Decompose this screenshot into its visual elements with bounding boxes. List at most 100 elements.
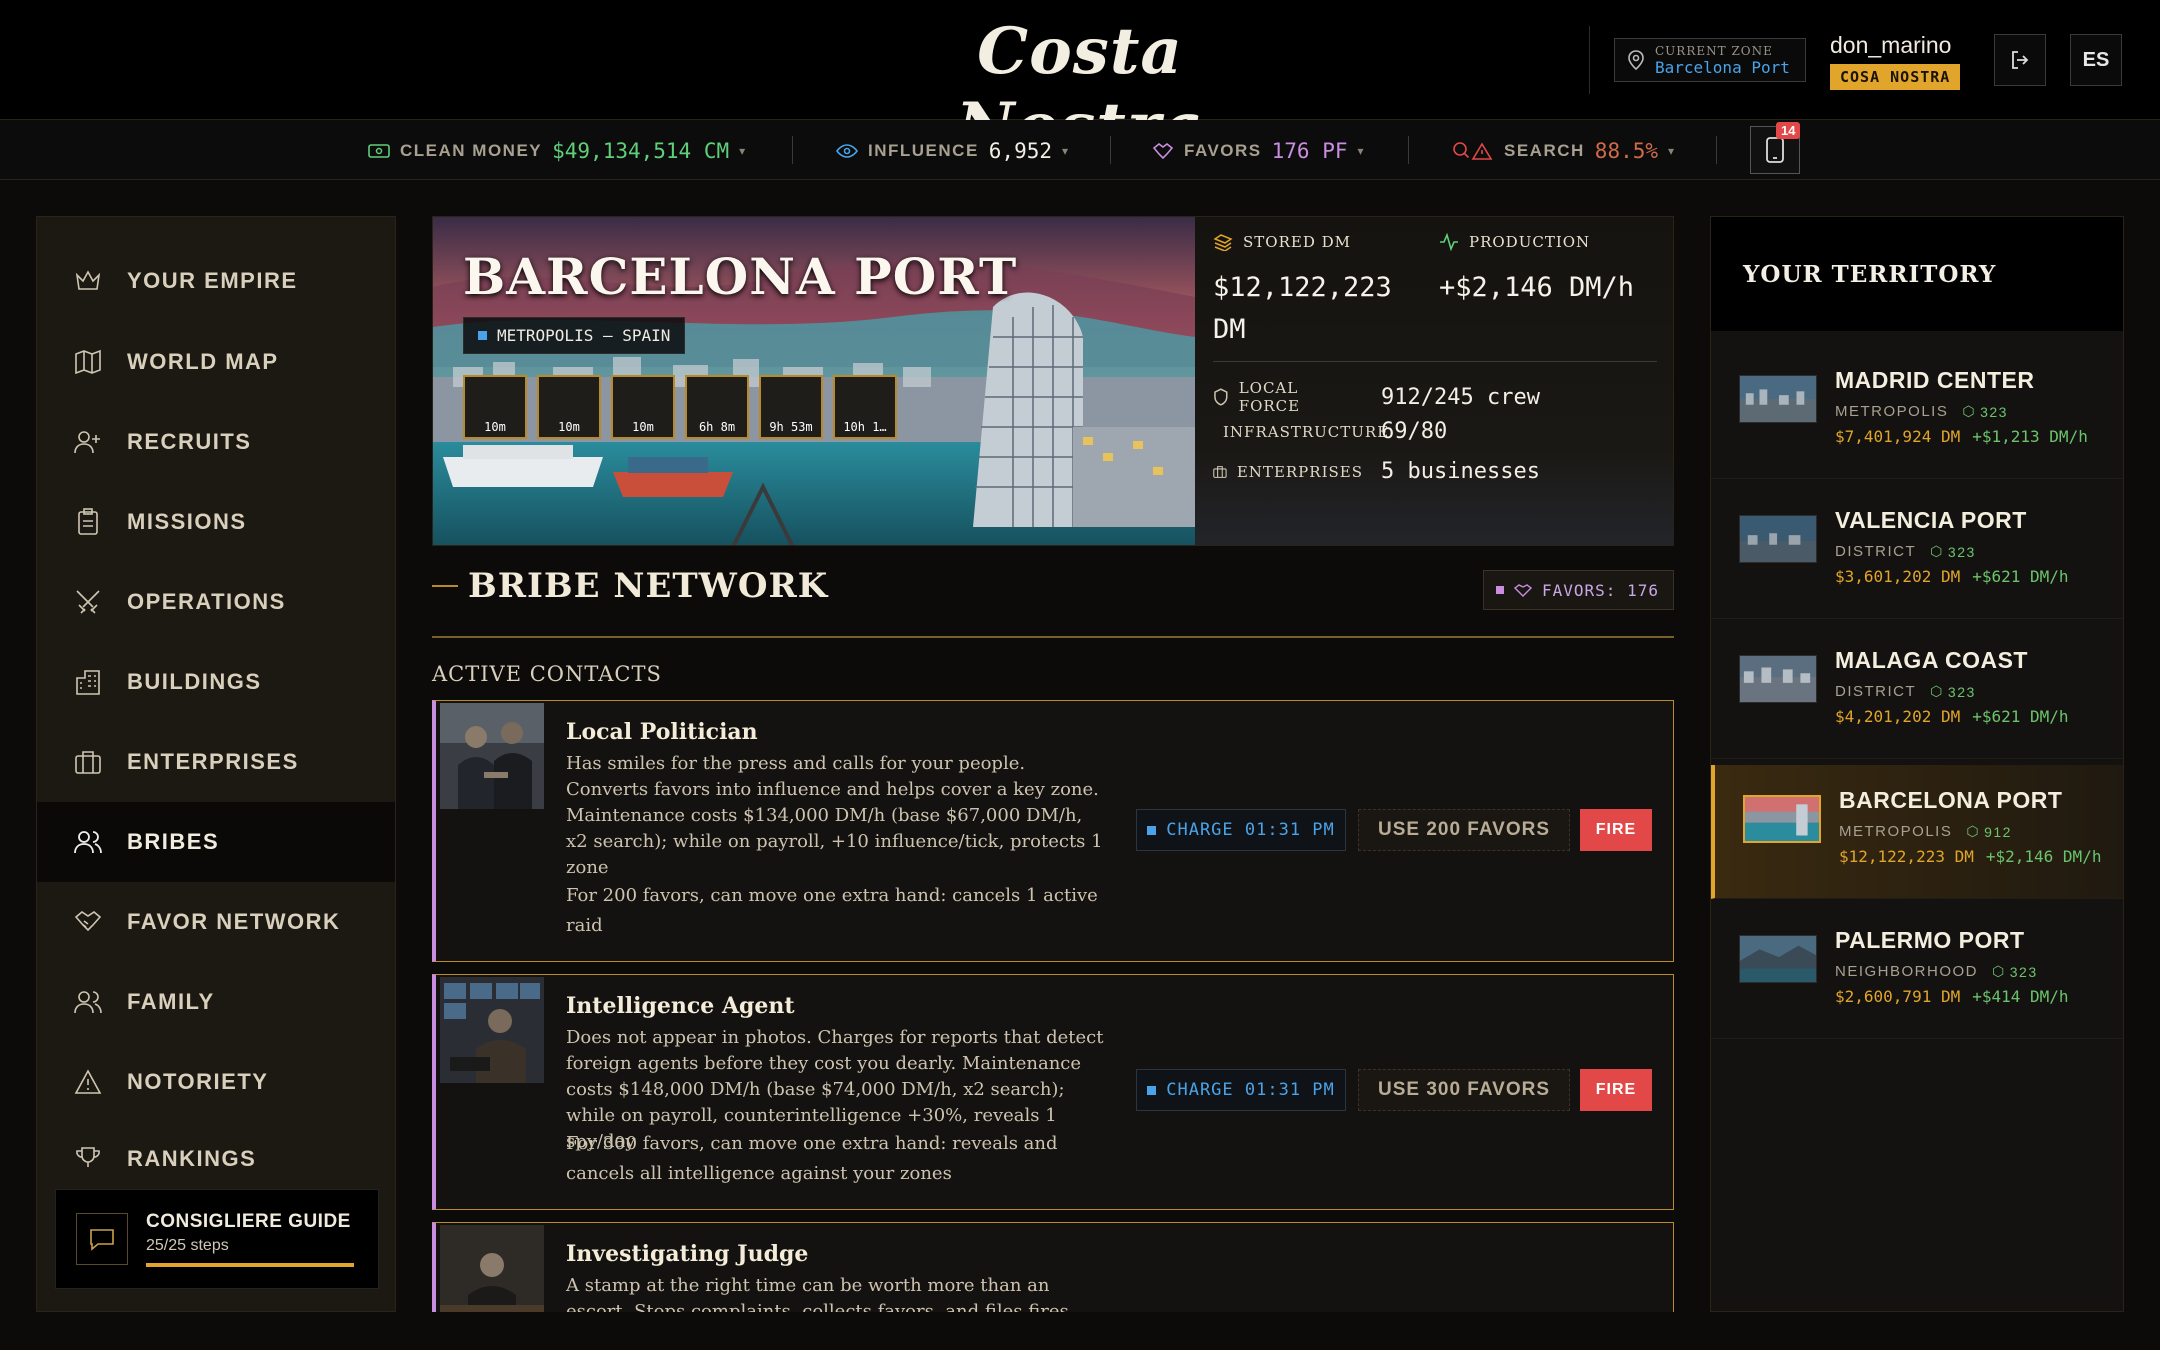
use-favors-button[interactable]: USE 200 FAVORS — [1358, 809, 1570, 851]
territory-name: BARCELONA PORT — [1839, 787, 2063, 813]
territory-type: METROPOLIS — [1835, 403, 1949, 420]
contacts-list: Local Politician Has smiles for the pres… — [432, 700, 1674, 1312]
current-zone-box[interactable]: CURRENT ZONE Barcelona Port — [1614, 38, 1806, 82]
territory-item-palermo-port[interactable]: PALERMO PORT NEIGHBORHOOD ⬡ 323 $2,600,79… — [1711, 905, 2123, 1039]
sidebar-item-missions[interactable]: MISSIONS — [37, 482, 395, 562]
crew-timer[interactable]: 10m — [611, 375, 675, 439]
sidebar-item-buildings[interactable]: BUILDINGS — [37, 642, 395, 722]
enterprises-label: ENTERPRISES — [1213, 463, 1363, 481]
shield-icon: ⬡ — [1930, 683, 1944, 699]
territory-name: VALENCIA PORT — [1835, 507, 2027, 533]
territory-type: METROPOLIS — [1839, 823, 1953, 840]
contact-portrait — [440, 703, 544, 809]
territory-item-barcelona-port[interactable]: BARCELONA PORT METROPOLIS ⬡ 912 $12,122,2… — [1711, 765, 2123, 899]
sidebar-item-favor-network[interactable]: FAVOR NETWORK — [37, 882, 395, 962]
sidebar-item-operations[interactable]: OPERATIONS — [37, 562, 395, 642]
enterprises-label-text: ENTERPRISES — [1236, 462, 1363, 481]
divider — [792, 136, 793, 164]
users-icon — [73, 827, 103, 857]
crew-count: 323 — [1947, 683, 1976, 700]
territory-item-malaga-coast[interactable]: MALAGA COAST DISTRICT ⬡ 323 $4,201,202 DM… — [1711, 625, 2123, 759]
sidebar-item-family[interactable]: FAMILY — [37, 962, 395, 1042]
handshake-icon — [1514, 584, 1532, 597]
eye-icon — [836, 144, 858, 158]
phone-icon — [1766, 137, 1784, 163]
notification-badge: 14 — [1776, 122, 1801, 139]
charge-button[interactable]: CHARGE 01:31 PM — [1136, 1069, 1346, 1111]
use-favors-button[interactable]: USE 300 FAVORS — [1358, 1069, 1570, 1111]
guide-progress-bar — [146, 1263, 354, 1267]
territory-item-valencia-port[interactable]: VALENCIA PORT DISTRICT ⬡ 323 $3,601,202 D… — [1711, 485, 2123, 619]
contact-card: Intelligence Agent Does not appear in ph… — [432, 974, 1674, 1210]
crew-timer[interactable]: 10h 1… — [833, 375, 897, 439]
square-icon — [1496, 586, 1504, 594]
shield-icon — [1214, 388, 1228, 406]
sidebar-item-enterprises[interactable]: ENTERPRISES — [37, 722, 395, 802]
warning-icon — [73, 1067, 103, 1097]
local-force-label-text: LOCAL FORCE — [1238, 379, 1301, 415]
crew-timer[interactable]: 10m — [463, 375, 527, 439]
favors-label: FAVORS — [1184, 141, 1262, 160]
square-icon — [478, 331, 487, 340]
crew-count: 912 — [1984, 823, 2012, 840]
territory-name: MADRID CENTER — [1835, 367, 2035, 393]
divider — [1408, 136, 1409, 164]
crew-timer[interactable]: 9h 53m — [759, 375, 823, 439]
contact-card: Local Politician Has smiles for the pres… — [432, 700, 1674, 962]
language-button[interactable]: ES — [2070, 34, 2122, 86]
production-label-text: PRODUCTION — [1469, 233, 1591, 251]
building-icon — [73, 667, 103, 697]
search-stat[interactable]: SEARCH 88.5% ▾ — [1452, 138, 1674, 164]
sidebar-item-your-empire[interactable]: YOUR EMPIRE — [37, 241, 395, 321]
timer-text: 6h 8m — [698, 420, 736, 434]
briefcase-icon — [73, 747, 103, 777]
influence-value: 6,952 — [988, 139, 1052, 163]
local-force-value: 912/245 crew — [1381, 384, 1540, 410]
territory-crew: ⬡ 323 — [1992, 963, 2038, 980]
sidebar-item-recruits[interactable]: RECRUITS — [37, 402, 395, 482]
stored-value-unit: DM — [1213, 314, 1246, 345]
logout-icon — [2012, 51, 2029, 69]
sidebar-item-bribes[interactable]: BRIBES — [37, 802, 395, 882]
chevron-down-icon: ▾ — [1062, 144, 1069, 158]
favors-stat[interactable]: FAVORS 176 PF ▾ — [1152, 138, 1364, 164]
fire-button[interactable]: FIRE — [1580, 1069, 1652, 1111]
family-icon — [73, 987, 103, 1017]
territory-money-row: $4,201,202 DM +$621 DM/h — [1835, 707, 2069, 726]
crew-timer[interactable]: 6h 8m — [685, 375, 749, 439]
chevron-down-icon: ▾ — [739, 144, 746, 158]
activity-icon — [1440, 233, 1458, 251]
map-icon — [73, 347, 103, 377]
timer-text: 10h 1… — [843, 420, 887, 434]
sidebar-item-world-map[interactable]: WORLD MAP — [37, 322, 395, 402]
fire-button[interactable]: FIRE — [1580, 809, 1652, 851]
territory-rate: +$2,146 DM/h — [1985, 847, 2102, 866]
territory-type: NEIGHBORHOOD — [1835, 963, 1979, 980]
consigliere-guide[interactable]: CONSIGLIERE GUIDE 25/25 steps — [55, 1189, 379, 1289]
top-header: Costa Nostra CURRENT ZONE Barcelona Port… — [0, 0, 2160, 164]
sidebar-item-notoriety[interactable]: NOTORIETY — [37, 1042, 395, 1122]
timer-text: 10m — [484, 420, 506, 434]
influence-stat[interactable]: INFLUENCE 6,952 ▾ — [836, 138, 1068, 164]
username[interactable]: don_marino — [1830, 32, 1951, 59]
logout-button[interactable] — [1994, 34, 2046, 86]
briefcase-icon — [1213, 465, 1227, 478]
contact-extra: For 200 favors, can move one extra hand:… — [566, 885, 1098, 936]
timer-text: 10m — [632, 420, 654, 434]
charge-text: CHARGE 01:31 PM — [1166, 820, 1335, 840]
crew-timer[interactable]: 10m — [537, 375, 601, 439]
shield-icon: ⬡ — [1962, 403, 1977, 419]
header-divider — [1589, 26, 1590, 94]
territory-item-madrid-center[interactable]: MADRID CENTER METROPOLIS ⬡ 323 $7,401,924… — [1711, 345, 2123, 479]
zone-value: Barcelona Port — [1655, 57, 1790, 77]
contact-card: Investigating Judge A stamp at the right… — [432, 1222, 1674, 1312]
clean-money-stat[interactable]: CLEAN MONEY $49,134,514 CM ▾ — [368, 138, 745, 164]
cash-icon — [368, 144, 390, 158]
location-pin-icon — [1628, 50, 1644, 70]
enterprises-value: 5 businesses — [1381, 459, 1540, 484]
sidebar-item-label: ENTERPRISES — [127, 749, 299, 774]
divider — [1716, 136, 1717, 164]
infrastructure-row: INFRASTRUCTURE 69/80 — [1213, 419, 1447, 444]
territory-money: $2,600,791 DM — [1835, 987, 1961, 1006]
charge-button[interactable]: CHARGE 01:31 PM — [1136, 809, 1346, 851]
